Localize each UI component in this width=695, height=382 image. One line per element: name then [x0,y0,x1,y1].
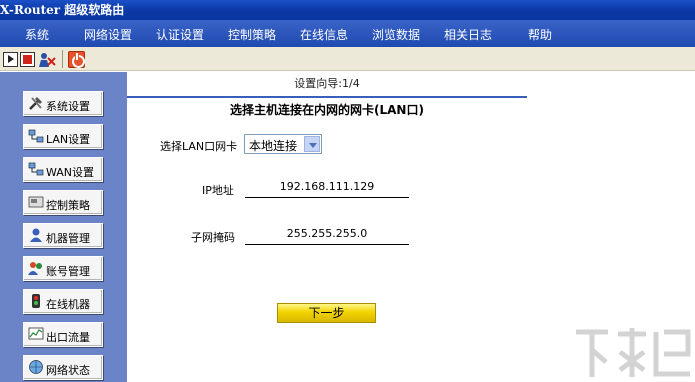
next-button[interactable]: 下一步 [277,303,376,323]
menu-bar: 系统 网络设置 认证设置 控制策略 在线信息 浏览数据 相关日志 帮助 [0,20,695,47]
menu-browse-data[interactable]: 浏览数据 [372,26,420,43]
ip-label: IP地址 [202,184,234,197]
lan-select-label: 选择LAN口网卡 [160,140,238,153]
sidebar-item-label: 系统设置 [46,100,90,113]
wizard-panel: 设置向导:1/4 选择主机连接在内网的网卡(LAN口) 选择LAN口网卡 本地连… [127,72,695,382]
menu-control-policy[interactable]: 控制策略 [228,26,276,43]
online-icon [28,293,44,309]
ip-address-field[interactable]: 192.168.111.129 [245,180,409,198]
machine-icon [28,227,44,243]
sidebar-item-wan-settings[interactable]: WAN设置 [23,157,103,182]
wan-icon [28,161,44,177]
toolbar [0,47,695,71]
power-icon[interactable] [68,51,85,68]
sidebar-item-lan-settings[interactable]: LAN设置 [23,124,103,149]
wizard-step-title: 设置向导:1/4 [127,72,527,98]
network-status-icon [28,359,44,375]
menu-system[interactable]: 系统 [25,26,49,43]
sidebar-item-label: 账号管理 [46,265,90,278]
lan-icon [28,128,44,144]
window-title-bar: X-Router 超级软路由 [0,0,695,20]
sidebar-item-machine-management[interactable]: 机器管理 [23,223,103,248]
lan-nic-select-value: 本地连接 [249,139,298,153]
subnet-mask-field[interactable]: 255.255.255.0 [245,227,409,245]
menu-online-info[interactable]: 在线信息 [300,26,348,43]
app-title: X-Router 超级软路由 [0,3,125,17]
wizard-heading: 选择主机连接在内网的网卡(LAN口) [230,103,424,117]
sidebar-item-account-management[interactable]: 账号管理 [23,256,103,281]
toolbar-separator [62,50,63,68]
sidebar-item-label: 网络状态 [46,364,90,377]
sidebar-item-label: WAN设置 [46,166,95,179]
users-icon [28,260,44,276]
chevron-down-icon[interactable] [304,136,320,152]
lan-nic-select[interactable]: 本地连接 [244,134,322,154]
sidebar-item-system-settings[interactable]: 系统设置 [23,91,103,116]
menu-logs[interactable]: 相关日志 [444,26,492,43]
menu-help[interactable]: 帮助 [528,26,552,43]
sidebar: 系统设置 LAN设置 WAN设置 控制策略 机器管理 账号管理 在线机器 出口流… [0,72,127,382]
sidebar-item-label: 机器管理 [46,232,90,245]
menu-auth-settings[interactable]: 认证设置 [156,26,204,43]
sidebar-item-network-status[interactable]: 网络状态 [23,355,103,380]
sidebar-item-label: 出口流量 [46,331,90,344]
sidebar-item-control-policy[interactable]: 控制策略 [23,190,103,215]
tools-icon [28,95,44,111]
sidebar-item-label: LAN设置 [46,133,91,146]
mask-label: 子网掩码 [191,231,235,244]
user-icon[interactable] [38,52,56,67]
sidebar-item-online-machines[interactable]: 在线机器 [23,289,103,314]
sidebar-item-label: 在线机器 [46,298,90,311]
sidebar-item-outbound-traffic[interactable]: 出口流量 [23,322,103,347]
play-icon[interactable] [3,52,18,67]
menu-network-settings[interactable]: 网络设置 [84,26,132,43]
traffic-icon [28,326,44,342]
sidebar-item-label: 控制策略 [46,199,90,212]
policy-icon [28,194,44,210]
stop-icon[interactable] [20,52,35,67]
